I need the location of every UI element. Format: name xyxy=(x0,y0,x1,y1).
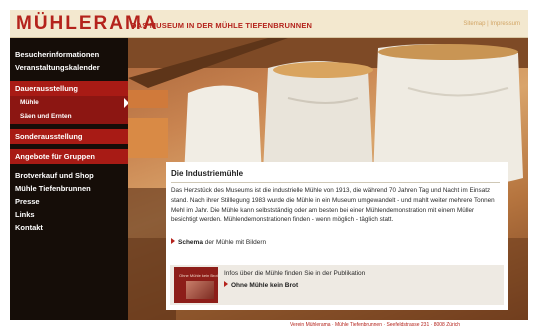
page-title: Die Industriemühle xyxy=(171,169,244,178)
publication-info: Infos über die Mühle finden Sie in der P… xyxy=(224,270,366,277)
intro-paragraph: Das Herzstück des Museums ist die indust… xyxy=(171,187,495,224)
publication-link-row: Ohne Mühle kein Brot xyxy=(224,281,298,289)
sidebar-item-dauerausstellung[interactable]: Dauerausstellung xyxy=(10,81,128,96)
publication-link[interactable]: Ohne Mühle kein Brot xyxy=(231,282,298,289)
tagline: DAS MUSEUM IN DER MÜHLE TIEFENBRUNNEN xyxy=(131,21,313,30)
book-cover-title: Ohne Mühle kein Brot xyxy=(179,273,218,278)
sidebar-item-muehle[interactable]: Mühle xyxy=(10,96,128,110)
sidebar-item-brotverkauf-und-shop[interactable]: Brotverkauf und Shop xyxy=(10,169,128,182)
sitemap-link[interactable]: Sitemap xyxy=(463,21,485,27)
sidebar: Besucherinformationen Veranstaltungskale… xyxy=(10,38,129,320)
sidebar-item-besucherinformationen[interactable]: Besucherinformationen xyxy=(10,48,128,61)
sidebar-item-saeen-und-ernten[interactable]: Säen und Ernten xyxy=(10,110,128,124)
title-divider xyxy=(171,182,500,183)
sidebar-item-links[interactable]: Links xyxy=(10,208,128,221)
top-links-separator: | xyxy=(487,21,489,27)
header: MÜHLERAMA DAS MUSEUM IN DER MÜHLE TIEFEN… xyxy=(10,10,528,38)
book-cover[interactable]: Ohne Mühle kein Brot xyxy=(174,267,218,303)
sidebar-item-kontakt[interactable]: Kontakt xyxy=(10,221,128,234)
sidebar-item-angebote-fuer-gruppen[interactable]: Angebote für Gruppen xyxy=(10,149,128,164)
sidebar-item-presse[interactable]: Presse xyxy=(10,195,128,208)
page-frame: MÜHLERAMA DAS MUSEUM IN DER MÜHLE TIEFEN… xyxy=(10,10,528,320)
sidebar-item-veranstaltungskalender[interactable]: Veranstaltungskalender xyxy=(10,61,128,74)
sidebar-item-muehle-tiefenbrunnen[interactable]: Mühle Tiefenbrunnen xyxy=(10,182,128,195)
publication-teaser: Ohne Mühle kein Brot Infos über die Mühl… xyxy=(170,265,504,305)
arrow-bullet-icon xyxy=(224,281,228,287)
schema-link[interactable]: Schema xyxy=(178,239,203,246)
top-links: Sitemap | Impressum xyxy=(463,21,520,27)
footer-text: Verein Mühlerama · Mühle Tiefenbrunnen ·… xyxy=(290,322,461,328)
book-cover-image xyxy=(186,281,214,299)
sidebar-item-sonderausstellung[interactable]: Sonderausstellung xyxy=(10,129,128,144)
schema-link-row: Schema der Mühle mit Bildern xyxy=(171,238,266,246)
impressum-link[interactable]: Impressum xyxy=(490,21,520,27)
content-panel: Die Industriemühle Das Herzstück des Mus… xyxy=(166,162,508,310)
schema-link-text: der Mühle mit Bildern xyxy=(202,239,267,246)
arrow-bullet-icon xyxy=(171,238,175,244)
